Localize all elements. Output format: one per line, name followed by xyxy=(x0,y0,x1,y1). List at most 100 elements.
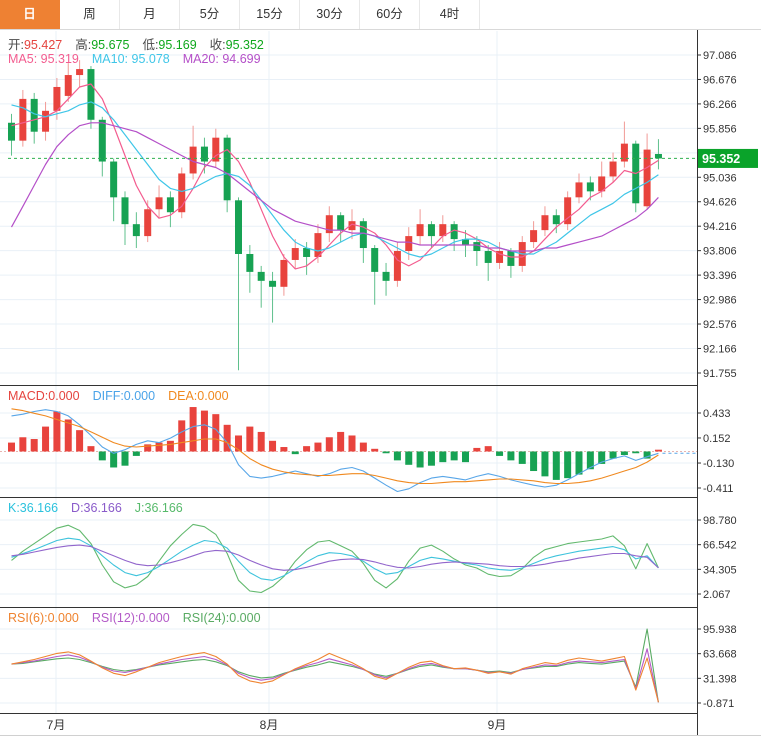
macd-bar xyxy=(133,451,140,455)
candle-body xyxy=(360,221,367,248)
y-axis-tick-label: 93.806 xyxy=(703,246,737,258)
y-axis-tick-label: 91.755 xyxy=(703,368,737,380)
candle-body xyxy=(269,281,276,287)
macd-bar xyxy=(76,430,83,451)
d-line xyxy=(12,545,659,570)
macd-bar xyxy=(53,411,60,451)
candle-body xyxy=(201,147,208,162)
tab-period-3[interactable]: 5分 xyxy=(180,0,240,29)
kdj-item-1: D:36.166 xyxy=(71,501,122,515)
kdj-item-0: K:36.166 xyxy=(8,501,58,515)
rsi12-line xyxy=(12,649,659,703)
candle-body xyxy=(485,251,492,263)
chart-canvas[interactable]: 97.08696.67696.26695.85695.44695.03694.6… xyxy=(0,0,761,743)
candle-body xyxy=(19,99,26,141)
candle-body xyxy=(383,272,390,281)
tab-period-5[interactable]: 30分 xyxy=(300,0,360,29)
kdj-legend: K:36.166 D:36.166 J:36.166 xyxy=(8,501,196,515)
y-axis-tick-label: 96.676 xyxy=(703,74,737,86)
candle-body xyxy=(530,230,537,242)
macd-bar xyxy=(360,443,367,452)
tab-period-0[interactable]: 日 xyxy=(0,0,60,29)
macd-bar xyxy=(394,451,401,460)
tab-period-1[interactable]: 周 xyxy=(60,0,120,29)
kdj-item-2: J:36.166 xyxy=(135,501,183,515)
rsi24-line xyxy=(12,629,659,702)
ma-item-1: MA10: 95.078 xyxy=(92,52,170,66)
ma20-line xyxy=(12,123,659,251)
candle-body xyxy=(110,162,117,198)
macd-bar xyxy=(417,451,424,467)
y-axis-tick-label: -0.411 xyxy=(703,483,733,495)
macd-bar xyxy=(655,450,662,452)
macd-bar xyxy=(541,451,548,476)
macd-bar xyxy=(87,446,94,451)
candle-body xyxy=(280,260,287,287)
candle-body xyxy=(610,162,617,177)
y-axis-tick-label: 63.668 xyxy=(703,649,737,661)
candle-body xyxy=(541,215,548,230)
macd-item-0: MACD:0.000 xyxy=(8,389,80,403)
y-axis-tick-label: 0.433 xyxy=(703,408,731,420)
macd-bar xyxy=(178,420,185,451)
candle-body xyxy=(428,224,435,236)
y-axis-tick-label: 95.938 xyxy=(703,624,737,636)
y-axis-tick-label: 96.266 xyxy=(703,99,737,111)
candle-body xyxy=(246,254,253,272)
candle-body xyxy=(133,224,140,236)
macd-bar xyxy=(462,451,469,462)
candle-body xyxy=(122,197,129,224)
ma-legend: MA5: 95.319MA10: 95.078MA20: 94.699 xyxy=(8,52,274,66)
candle-body xyxy=(405,236,412,251)
candle-body xyxy=(655,154,662,158)
candle-body xyxy=(314,233,321,257)
macd-bar xyxy=(303,446,310,451)
macd-bar xyxy=(337,432,344,452)
tab-period-7[interactable]: 4时 xyxy=(420,0,480,29)
y-axis-tick-label: 2.067 xyxy=(703,589,731,601)
candle-body xyxy=(292,248,299,260)
y-axis-tick-label: 0.152 xyxy=(703,433,731,445)
candle-body xyxy=(553,215,560,224)
macd-bar xyxy=(428,451,435,465)
candle-body xyxy=(507,251,514,266)
ma-item-0: MA5: 95.319 xyxy=(8,52,79,66)
macd-bar xyxy=(405,451,412,464)
diff-line xyxy=(12,410,659,492)
j-line xyxy=(12,524,659,592)
macd-bar xyxy=(496,451,503,455)
y-axis-tick-label: 94.626 xyxy=(703,197,737,209)
rsi-item-0: RSI(6):0.000 xyxy=(8,611,79,625)
macd-bar xyxy=(99,451,106,460)
rsi-legend: RSI(6):0.000RSI(12):0.000RSI(24):0.000 xyxy=(8,611,274,625)
macd-item-1: DIFF:0.000 xyxy=(93,389,156,403)
y-axis-tick-label: 93.396 xyxy=(703,270,737,282)
candle-body xyxy=(394,251,401,281)
y-axis-tick-label: 34.305 xyxy=(703,564,737,576)
macd-bar xyxy=(258,432,265,452)
ohlc-item-1: 高:95.675 xyxy=(75,38,129,52)
tab-period-2[interactable]: 月 xyxy=(120,0,180,29)
rsi6-line xyxy=(12,652,659,702)
candle-body xyxy=(303,248,310,257)
tab-period-6[interactable]: 60分 xyxy=(360,0,420,29)
y-axis-tick-label: 66.542 xyxy=(703,540,737,552)
candle-body xyxy=(417,224,424,236)
candle-body xyxy=(371,248,378,272)
candle-body xyxy=(258,272,265,281)
macd-bar xyxy=(632,451,639,453)
macd-bar xyxy=(31,439,38,451)
macd-bar xyxy=(507,451,514,460)
macd-legend: MACD:0.000DIFF:0.000DEA:0.000 xyxy=(8,389,242,403)
rsi-item-2: RSI(24):0.000 xyxy=(183,611,261,625)
y-axis-tick-label: 31.398 xyxy=(703,673,737,685)
tab-period-4[interactable]: 15分 xyxy=(240,0,300,29)
y-axis-tick-label: 92.986 xyxy=(703,295,737,307)
x-axis-month-label: 7月 xyxy=(47,718,66,732)
macd-bar xyxy=(371,449,378,452)
chart-area: 97.08696.67696.26695.85695.44695.03694.6… xyxy=(0,0,761,743)
candle-body xyxy=(87,69,94,120)
y-axis-tick-label: -0.130 xyxy=(703,458,734,470)
candle-body xyxy=(167,197,174,212)
ma10-line xyxy=(12,102,659,257)
